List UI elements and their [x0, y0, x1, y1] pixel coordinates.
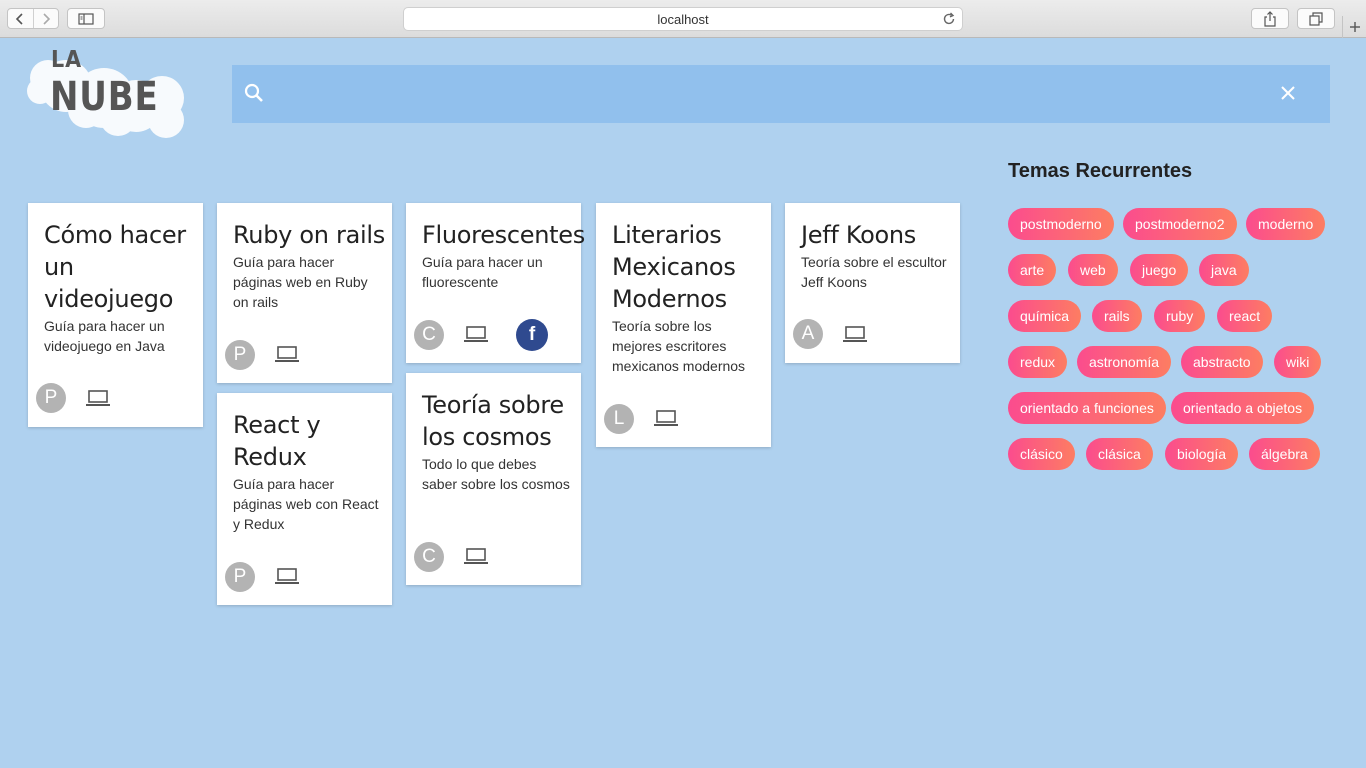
tabs-icon — [1309, 11, 1323, 26]
facebook-icon[interactable]: f — [516, 319, 548, 351]
tag-chip[interactable]: rails — [1092, 300, 1142, 332]
tag-chip[interactable]: álgebra — [1249, 438, 1320, 470]
card-literarios-mexicanos[interactable]: Literarios Mexicanos Modernos Teoría sob… — [596, 203, 771, 447]
tag-chip[interactable]: moderno — [1246, 208, 1326, 240]
tag-chip[interactable]: web — [1068, 254, 1118, 286]
tag-chip[interactable]: biología — [1165, 438, 1239, 470]
tag-chip[interactable]: react — [1217, 300, 1273, 332]
card-description: Teoría sobre los mejores escritores mexi… — [612, 318, 746, 374]
card-description: Teoría sobre el escultor Jeff Koons — [801, 254, 947, 290]
share-icon — [1264, 10, 1276, 27]
search-bar — [232, 65, 1330, 123]
logo-text-nube: NUBE — [50, 74, 159, 120]
tag-chip[interactable]: postmoderno — [1008, 208, 1114, 240]
topics-heading: Temas Recurrentes — [1008, 160, 1193, 182]
card-description: Guía para hacer un videojuego en Java — [44, 318, 165, 354]
forward-button[interactable] — [32, 9, 59, 28]
tag-chip[interactable]: redux — [1008, 346, 1068, 378]
avatar[interactable]: P — [225, 562, 255, 592]
reload-icon[interactable] — [942, 12, 956, 26]
tag-chip[interactable]: abstracto — [1181, 346, 1263, 378]
tag-chip[interactable]: java — [1199, 254, 1249, 286]
tag-chip[interactable]: astronomía — [1077, 346, 1172, 378]
card-title: Fluorescentes — [422, 221, 585, 249]
tag-chip[interactable]: arte — [1008, 254, 1057, 286]
avatar[interactable]: L — [604, 404, 634, 434]
close-icon[interactable] — [1280, 85, 1296, 101]
tag-chip[interactable]: orientado a objetos — [1171, 392, 1315, 424]
address-bar[interactable]: localhost — [403, 7, 963, 31]
card-description: Todo lo que debes saber sobre los cosmos — [422, 456, 570, 492]
browser-toolbar: localhost — [0, 0, 1366, 38]
back-button[interactable] — [8, 9, 33, 28]
laptop-icon[interactable] — [464, 548, 488, 565]
site-logo[interactable]: LA NUBE — [26, 46, 188, 141]
avatar[interactable]: C — [414, 320, 444, 350]
search-icon — [244, 83, 263, 102]
plus-icon — [1349, 22, 1360, 32]
tag-chip[interactable]: juego — [1130, 254, 1189, 286]
card-description: Guía para hacer páginas web en Ruby on r… — [233, 254, 368, 310]
new-tab-button[interactable] — [1342, 16, 1366, 38]
card-jeff-koons[interactable]: Jeff Koons Teoría sobre el escultor Jeff… — [785, 203, 960, 363]
chevron-left-icon — [16, 12, 23, 25]
laptop-icon[interactable] — [843, 326, 867, 343]
search-input[interactable] — [278, 77, 1268, 111]
card-title: React y Redux — [233, 411, 321, 471]
tag-chip[interactable]: orientado a funciones — [1008, 392, 1166, 424]
url-text: localhost — [657, 12, 709, 27]
tabs-overview-button[interactable] — [1297, 8, 1335, 29]
card-title: Ruby on rails — [233, 221, 385, 249]
tag-chip[interactable]: ruby — [1154, 300, 1206, 332]
card-react-redux[interactable]: React y Redux Guía para hacer páginas we… — [217, 393, 392, 605]
tag-chip[interactable]: química — [1008, 300, 1082, 332]
card-title: Cómo hacer un videojuego — [44, 221, 186, 313]
card-fluorescentes[interactable]: Fluorescentes Guía para hacer un fluores… — [406, 203, 585, 363]
card-title: Teoría sobre los cosmos — [422, 391, 564, 451]
card-title: Literarios Mexicanos Modernos — [612, 221, 736, 313]
card-teoria-cosmos[interactable]: Teoría sobre los cosmos Todo lo que debe… — [406, 373, 581, 585]
tag-chip[interactable]: wiki — [1274, 346, 1322, 378]
laptop-icon[interactable] — [275, 568, 299, 585]
card-description: Guía para hacer páginas web con React y … — [233, 476, 379, 532]
avatar[interactable]: A — [793, 319, 823, 349]
card-description: Guía para hacer un fluorescente — [422, 254, 543, 290]
laptop-icon[interactable] — [86, 390, 110, 407]
card-title: Jeff Koons — [801, 221, 916, 249]
card-videojuego[interactable]: Cómo hacer un videojuego Guía para hacer… — [28, 203, 203, 427]
share-button[interactable] — [1251, 8, 1289, 29]
tag-chip[interactable]: clásico — [1008, 438, 1075, 470]
history-nav — [7, 8, 59, 29]
avatar[interactable]: C — [414, 542, 444, 572]
chevron-right-icon — [43, 12, 50, 25]
sidebar-icon — [78, 12, 94, 25]
laptop-icon[interactable] — [464, 326, 488, 343]
logo-text-la: LA — [51, 47, 83, 73]
tag-chip[interactable]: clásica — [1086, 438, 1153, 470]
tag-chip[interactable]: postmoderno2 — [1123, 208, 1237, 240]
card-ruby-on-rails[interactable]: Ruby on rails Guía para hacer páginas we… — [217, 203, 392, 383]
sidebar-toggle-button[interactable] — [67, 8, 105, 29]
avatar[interactable]: P — [36, 383, 66, 413]
avatar[interactable]: P — [225, 340, 255, 370]
laptop-icon[interactable] — [275, 346, 299, 363]
laptop-icon[interactable] — [654, 410, 678, 427]
